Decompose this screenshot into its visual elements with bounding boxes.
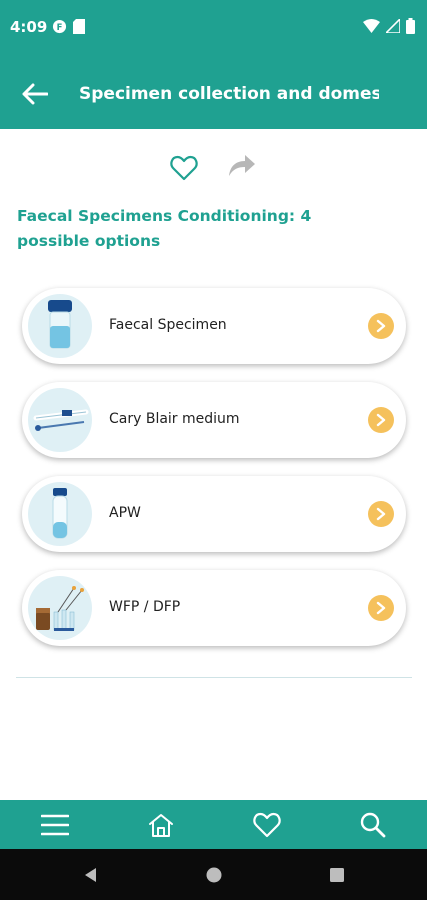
status-bar: 4:09 F xyxy=(0,0,427,58)
divider xyxy=(16,677,412,678)
chevron-right-icon xyxy=(368,501,394,527)
status-time: 4:09 xyxy=(10,18,48,36)
action-row xyxy=(0,150,427,190)
sim-card-icon xyxy=(73,19,85,34)
option-faecal-specimen[interactable]: Faecal Specimen xyxy=(22,288,406,364)
section-title: Faecal Specimens Conditioning: 4 possibl… xyxy=(17,207,312,250)
back-arrow-icon xyxy=(22,83,48,105)
signal-icon xyxy=(386,19,400,33)
option-apw[interactable]: APW xyxy=(22,476,406,552)
menu-button[interactable] xyxy=(40,810,70,840)
option-label: Faecal Specimen xyxy=(109,317,227,333)
filter-paper-kit-icon xyxy=(28,576,92,640)
back-button[interactable] xyxy=(20,80,50,108)
chevron-right-icon xyxy=(368,595,394,621)
favorites-button[interactable] xyxy=(252,810,282,840)
chevron-right-icon xyxy=(368,313,394,339)
option-label: Cary Blair medium xyxy=(109,411,240,427)
system-nav-bar xyxy=(0,849,427,900)
favorites-icon xyxy=(253,812,281,838)
specimen-jar-icon xyxy=(28,294,92,358)
option-label: WFP / DFP xyxy=(109,599,181,615)
share-arrow-icon xyxy=(229,155,255,176)
tube-icon xyxy=(28,482,92,546)
swab-tube-icon xyxy=(28,388,92,452)
page-title: Specimen collection and domestic t.. xyxy=(79,84,379,104)
options-list: Faecal Specimen Cary Blair medium APW WF… xyxy=(22,288,406,664)
system-back-icon[interactable] xyxy=(82,866,100,884)
option-label: APW xyxy=(109,505,141,521)
battery-icon xyxy=(406,18,415,34)
option-cary-blair-medium[interactable]: Cary Blair medium xyxy=(22,382,406,458)
chevron-right-icon xyxy=(368,407,394,433)
option-wfp-dfp[interactable]: WFP / DFP xyxy=(22,570,406,646)
favorite-button[interactable] xyxy=(170,155,200,185)
menu-icon xyxy=(41,814,69,836)
search-button[interactable] xyxy=(358,810,388,840)
share-button[interactable] xyxy=(228,154,258,184)
search-icon xyxy=(360,812,386,838)
svg-text:F: F xyxy=(57,22,63,32)
system-recents-icon[interactable] xyxy=(328,866,346,884)
app-notification-icon: F xyxy=(52,19,67,34)
heart-icon xyxy=(170,155,198,181)
wifi-icon xyxy=(363,19,380,33)
app-bar: Specimen collection and domestic t.. xyxy=(0,58,427,129)
home-button[interactable] xyxy=(146,810,176,840)
system-home-icon[interactable] xyxy=(205,866,223,884)
home-icon xyxy=(149,814,173,837)
bottom-nav xyxy=(0,800,427,849)
